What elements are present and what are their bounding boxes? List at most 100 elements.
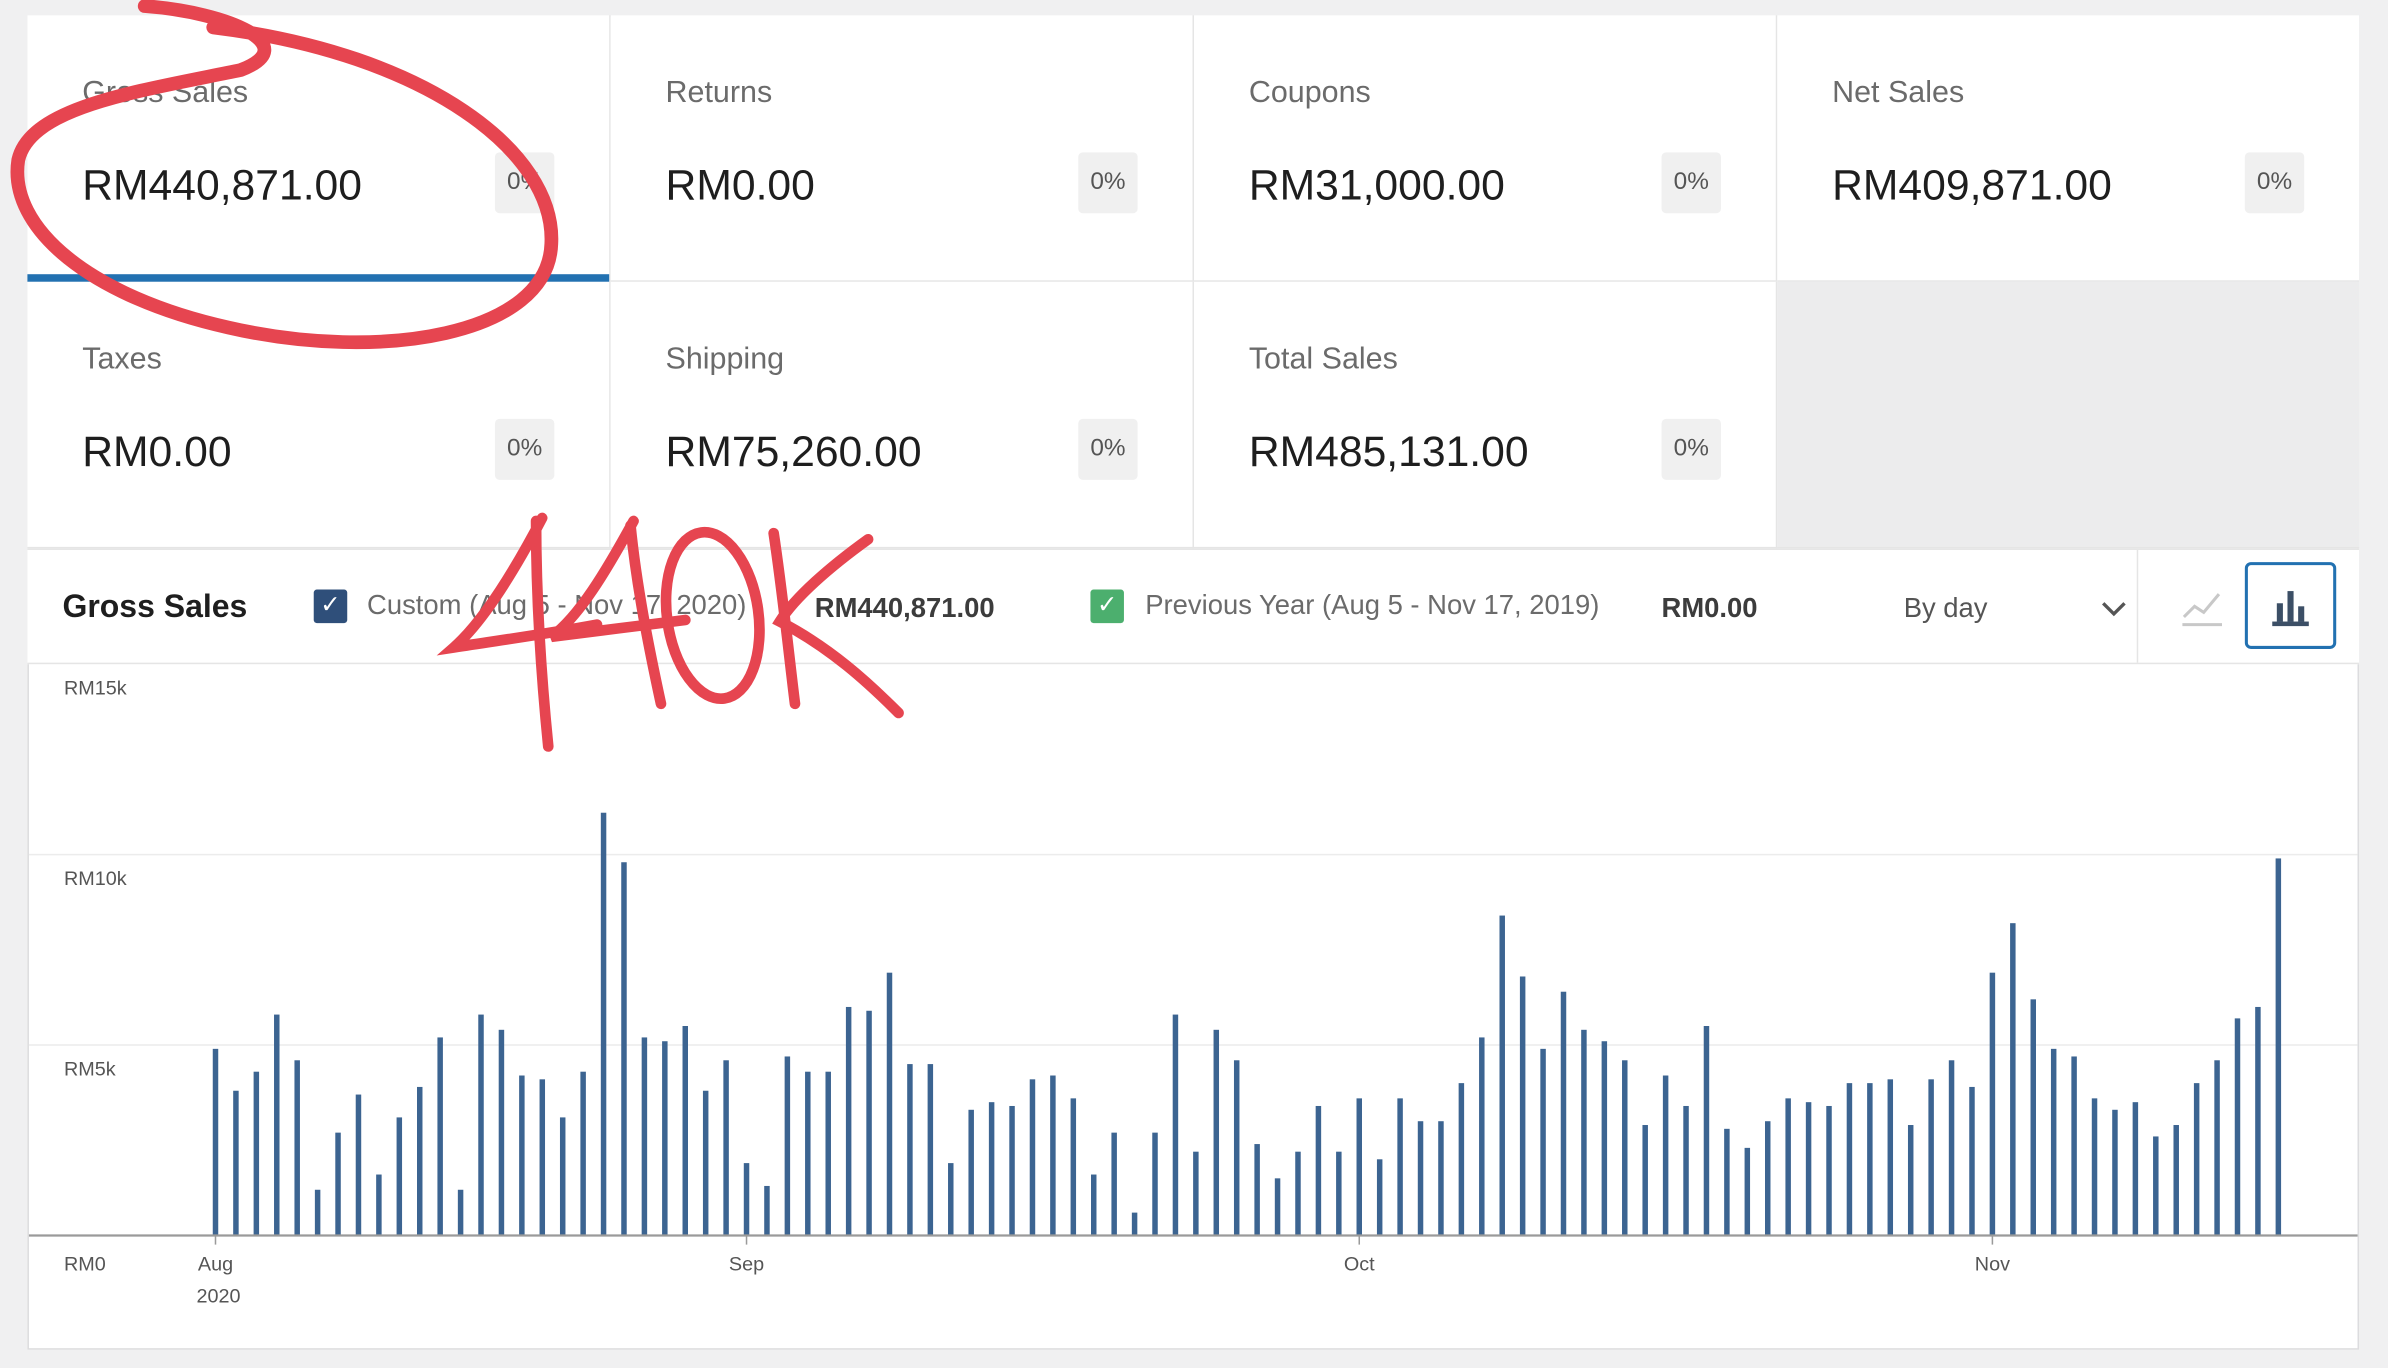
bar [253, 1071, 260, 1236]
bar [416, 1086, 423, 1236]
bar [1846, 1083, 1853, 1236]
x-tick-sublabel: 2020 [197, 1285, 241, 1307]
bar [457, 1189, 464, 1236]
bar [1254, 1144, 1260, 1236]
bar [805, 1071, 811, 1236]
bar [335, 1132, 341, 1236]
bar [1989, 972, 1996, 1236]
bar [1356, 1098, 1362, 1236]
bar [1172, 1014, 1179, 1236]
x-tick-label: Sep [729, 1254, 764, 1276]
bar [396, 1117, 403, 1236]
bar [1274, 1178, 1281, 1236]
bar [1805, 1102, 1812, 1236]
bar [1458, 1083, 1465, 1236]
bar [1295, 1151, 1301, 1236]
bar [580, 1071, 586, 1236]
bar [1540, 1048, 1546, 1236]
bar [641, 1037, 648, 1236]
bar [1315, 1105, 1322, 1236]
bar [1907, 1125, 1914, 1236]
bar [1438, 1121, 1444, 1236]
bar [314, 1189, 321, 1236]
bar [355, 1094, 362, 1236]
bar [702, 1090, 709, 1236]
bar [1887, 1079, 1894, 1236]
bar [1213, 1029, 1220, 1236]
bar [437, 1037, 443, 1236]
bar [2112, 1109, 2118, 1236]
bar [784, 1056, 791, 1236]
bar [1744, 1147, 1751, 1236]
bar [1764, 1121, 1771, 1236]
bar [376, 1174, 382, 1236]
x-tick-label: Oct [1344, 1254, 1375, 1276]
bar [2071, 1056, 2077, 1236]
bar [886, 972, 893, 1236]
bar [2132, 1102, 2139, 1236]
y-tick-label: RM0 [64, 1254, 106, 1276]
bar [1560, 991, 1567, 1236]
bar [1683, 1105, 1689, 1236]
bar [1070, 1098, 1077, 1236]
bar [559, 1117, 566, 1236]
bar [1029, 1079, 1036, 1236]
bar [294, 1060, 300, 1236]
bar [1642, 1125, 1648, 1236]
bar [1948, 1060, 1955, 1236]
bar [2214, 1060, 2220, 1236]
bar [1499, 915, 1505, 1236]
bar [1601, 1041, 1608, 1236]
bar [2193, 1083, 2200, 1236]
bar [1703, 1026, 1710, 1236]
bar [1397, 1098, 1403, 1236]
bar [600, 812, 607, 1236]
bar [274, 1014, 280, 1236]
bar [233, 1090, 239, 1236]
bar [2030, 999, 2036, 1236]
bar [743, 1163, 750, 1236]
bar [1336, 1151, 1342, 1236]
y-tick-label: RM5k [64, 1059, 116, 1081]
bar [825, 1071, 831, 1236]
bar [519, 1075, 525, 1236]
bar [927, 1064, 934, 1236]
y-tick-label: RM10k [64, 868, 127, 890]
bar [845, 1006, 852, 1236]
bar [2153, 1136, 2159, 1236]
bar [1969, 1086, 1975, 1236]
bar [662, 1041, 668, 1236]
bar [866, 1010, 872, 1236]
bar [764, 1185, 770, 1236]
x-tick-label: Aug [198, 1254, 233, 1276]
bar [1050, 1075, 1056, 1236]
bar [1152, 1132, 1158, 1236]
gross-sales-bar-chart: RM0 RM5k RM10k RM15k Aug 2020 Sep Oct Nov [28, 678, 2358, 1307]
bar [2091, 1098, 2098, 1236]
bar [498, 1029, 505, 1236]
bar [968, 1109, 974, 1236]
x-tick-label: Nov [1975, 1254, 2010, 1276]
bar [948, 1163, 954, 1236]
bar [1111, 1132, 1117, 1236]
bar [1785, 1098, 1791, 1236]
bar [907, 1064, 913, 1236]
bar [1928, 1079, 1934, 1236]
bar [1519, 976, 1526, 1236]
bar [2275, 858, 2282, 1236]
bar [1622, 1060, 1628, 1236]
bar [1867, 1083, 1873, 1236]
bar [2255, 1006, 2261, 1236]
bar [2173, 1125, 2179, 1236]
y-tick-label: RM15k [64, 678, 127, 700]
bar [621, 862, 627, 1236]
bar [1233, 1060, 1240, 1236]
bar [1826, 1105, 1832, 1236]
bar [1009, 1105, 1015, 1236]
bar [2050, 1048, 2057, 1236]
bar [1376, 1159, 1383, 1236]
bar [1662, 1075, 1669, 1236]
bar [539, 1079, 546, 1236]
bar [723, 1060, 729, 1236]
bar [1193, 1151, 1199, 1236]
